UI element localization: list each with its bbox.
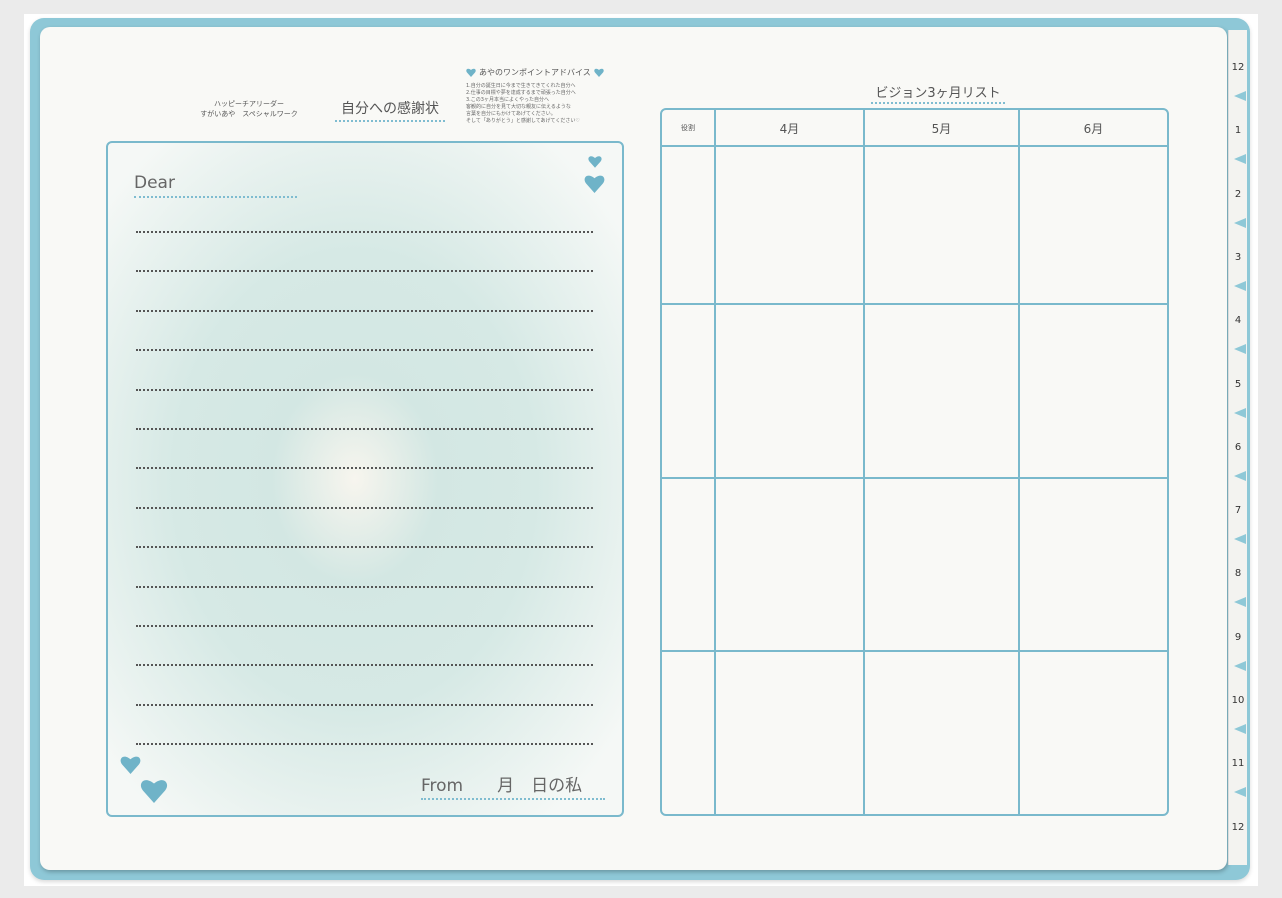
writing-line[interactable] [136, 743, 593, 746]
advice-line: そして「ありがとう」と感謝してあげてください♡ [466, 118, 580, 124]
grid-divider [1018, 110, 1020, 814]
vision-grid: 役割 4月 5月 6月 [660, 108, 1169, 816]
advice-line: 2.仕事の目標や夢を達成するまで頑張った自分へ [466, 90, 576, 96]
heart-icon [466, 68, 476, 77]
grid-divider [863, 110, 865, 814]
writing-line[interactable] [136, 428, 593, 430]
advice-line: 言葉を自分にもかけてあげてください。 [466, 111, 556, 117]
grid-divider [662, 303, 1167, 305]
writing-line[interactable] [136, 506, 593, 509]
tab-notch [1234, 597, 1246, 608]
writing-line[interactable] [136, 231, 593, 233]
month-tab-label[interactable]: 5 [1226, 379, 1250, 390]
letter-box: Dear From 月 日の私 [106, 141, 624, 817]
month-tab-label[interactable]: 11 [1226, 758, 1250, 769]
dear-label[interactable]: Dear [134, 173, 297, 198]
heart-icon [588, 156, 602, 168]
advice-title: あやのワンポイントアドバイス [479, 68, 591, 77]
writing-line[interactable] [136, 546, 593, 549]
month-tab-label[interactable]: 12 [1226, 822, 1250, 833]
month-header: 6月 [1083, 121, 1104, 136]
heart-icon [584, 175, 605, 193]
writing-line[interactable] [136, 270, 593, 273]
grid-divider [714, 110, 716, 814]
writing-line[interactable] [136, 349, 593, 352]
tab-notch [1234, 787, 1246, 798]
subtitle-line-2: すがいあや スペシャルワーク [200, 110, 298, 118]
writing-line[interactable] [136, 467, 593, 470]
month-tab-label[interactable]: 10 [1226, 695, 1250, 706]
month-tab-label[interactable]: 9 [1226, 632, 1250, 643]
vision-title: ビジョン3ヶ月リスト [871, 82, 1005, 104]
writing-line[interactable] [136, 625, 593, 627]
tab-notch [1234, 660, 1246, 671]
advice-line: 3.この3ヶ月本当によくやった自分へ [466, 97, 549, 103]
grid-divider [662, 477, 1167, 479]
month-tab-label[interactable]: 3 [1226, 252, 1250, 263]
grid-divider [662, 145, 1167, 147]
letter-title: 自分への感謝状 [335, 98, 445, 122]
tab-notch [1234, 344, 1246, 355]
month-tab-label[interactable]: 4 [1226, 315, 1250, 326]
tab-notch [1234, 154, 1246, 165]
tab-notch [1234, 470, 1246, 481]
month-header: 5月 [931, 121, 952, 136]
heart-icon [140, 780, 168, 803]
advice-line: 1.自分の誕生日に今まで生きてきてくれた自分へ [466, 83, 576, 89]
month-header: 4月 [779, 121, 800, 136]
tab-notch [1234, 91, 1246, 101]
subtitle-line-1: ハッピーチアリーダー [214, 100, 284, 108]
month-tab-label[interactable]: 6 [1226, 442, 1250, 453]
work-subtitle: ハッピーチアリーダー すがいあや スペシャルワーク [186, 99, 312, 119]
advice-lines: 1.自分の誕生日に今まで生きてきてくれた自分へ 2.仕事の目標や夢を達成するまで… [466, 83, 616, 125]
writing-line[interactable] [136, 309, 593, 312]
writing-line[interactable] [136, 664, 593, 667]
writing-line[interactable] [136, 388, 593, 391]
advice-heading: あやのワンポイントアドバイス [466, 67, 616, 78]
month-tab-label[interactable]: 12 [1226, 62, 1250, 73]
grid-divider [662, 650, 1167, 652]
month-tab-label[interactable]: 7 [1226, 505, 1250, 516]
tab-notch [1234, 534, 1246, 545]
heart-icon [120, 756, 141, 774]
tab-notch [1234, 217, 1246, 228]
advice-box: あやのワンポイントアドバイス 1.自分の誕生日に今まで生きてきてくれた自分へ 2… [466, 67, 616, 125]
month-tab-label[interactable]: 8 [1226, 568, 1250, 579]
month-tab-label[interactable]: 1 [1226, 125, 1250, 136]
tab-notch [1234, 280, 1246, 291]
month-tab-label[interactable]: 2 [1226, 189, 1250, 200]
writing-line[interactable] [136, 703, 593, 706]
role-header: 役割 [681, 124, 695, 132]
tab-notch [1234, 407, 1246, 418]
tab-notch [1234, 724, 1246, 734]
heart-icon [594, 68, 604, 77]
from-label[interactable]: From 月 日の私 [421, 771, 605, 800]
writing-line[interactable] [136, 585, 593, 588]
month-tabs: 12 1 2 3 4 5 6 7 8 9 10 11 12 [1222, 30, 1252, 870]
advice-line: 客観的に自分を見て大切な親友に伝えるような [466, 104, 571, 110]
